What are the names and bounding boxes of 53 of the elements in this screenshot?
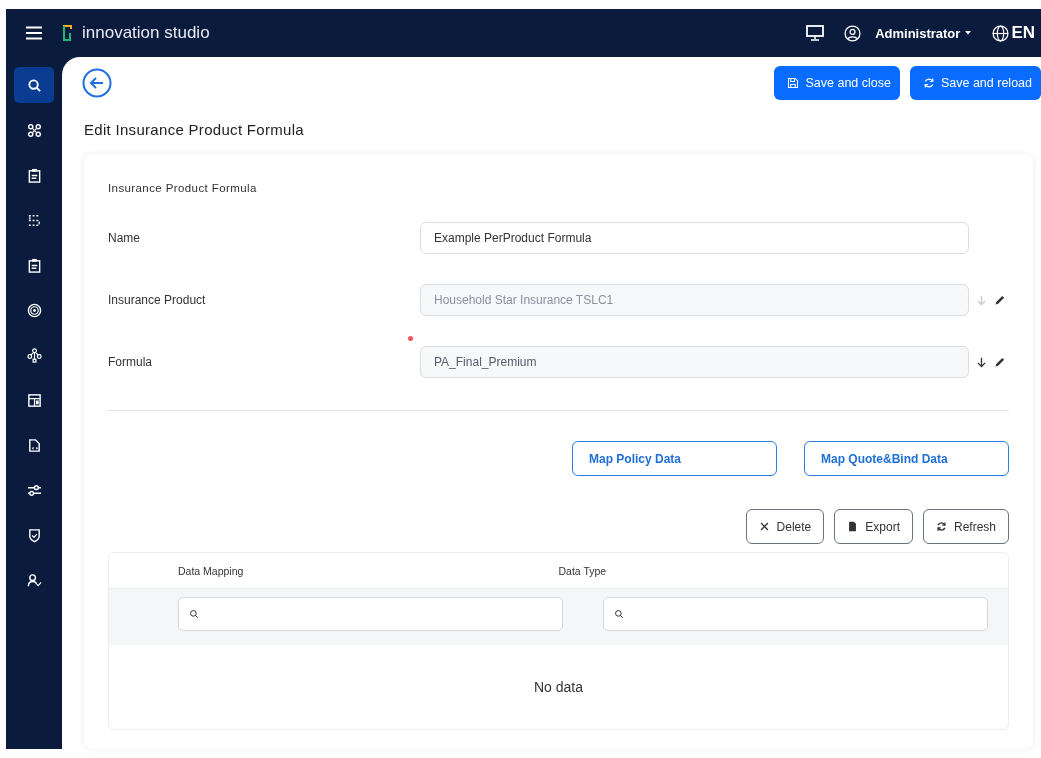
search-icon bbox=[26, 77, 42, 93]
column-header: Data Mapping bbox=[177, 564, 245, 577]
pencil-icon bbox=[994, 356, 1006, 368]
shield-check-icon bbox=[26, 527, 42, 543]
user-menu[interactable]: Administrator bbox=[838, 23, 979, 43]
caret-icon bbox=[964, 31, 973, 35]
map-data-button[interactable]: Map Quote&Bind Data bbox=[804, 441, 1009, 476]
monitor-icon[interactable] bbox=[806, 25, 825, 41]
arrow-down-icon bbox=[975, 293, 988, 307]
search-field[interactable] bbox=[178, 597, 563, 631]
globe-icon bbox=[992, 24, 1010, 42]
arrow-down-icon bbox=[975, 355, 988, 369]
delete-button[interactable]: Delete bbox=[745, 509, 825, 544]
back-button[interactable] bbox=[82, 68, 112, 98]
calendar-icon bbox=[26, 392, 42, 408]
logo-icon bbox=[62, 25, 72, 41]
empty-message: No data bbox=[532, 678, 584, 697]
user-icon bbox=[844, 24, 862, 42]
export-button[interactable]: Export bbox=[834, 509, 913, 544]
input-field[interactable]: PA_Final_Premium bbox=[420, 346, 969, 378]
refresh-button[interactable]: Refresh bbox=[922, 509, 1009, 544]
search-icon bbox=[614, 609, 624, 619]
language-selector[interactable]: EN bbox=[992, 23, 1035, 43]
app-name: innovation studio bbox=[82, 23, 210, 43]
save-close-button[interactable]: Save and close bbox=[774, 66, 900, 100]
refresh-icon bbox=[935, 521, 947, 532]
field-label: Insurance Product bbox=[108, 293, 207, 307]
clipboard-icon bbox=[26, 257, 42, 273]
save-reload-button[interactable]: Save and reload bbox=[909, 66, 1041, 100]
input-field[interactable]: Example PerProduct Formula bbox=[420, 222, 969, 254]
sliders-icon bbox=[26, 482, 42, 498]
field-label: Name bbox=[108, 231, 141, 245]
network-icon bbox=[26, 122, 42, 138]
column-header: Data Type bbox=[558, 564, 608, 577]
user-check-icon bbox=[26, 572, 42, 588]
sidebar-item[interactable] bbox=[14, 67, 54, 103]
search-icon bbox=[189, 609, 199, 619]
flow-icon bbox=[26, 212, 42, 228]
menu-icon[interactable] bbox=[25, 26, 43, 40]
hierarchy-icon bbox=[26, 347, 42, 363]
file-icon bbox=[847, 521, 859, 532]
page-title: Edit Insurance Product Formula bbox=[83, 120, 305, 138]
clipboard-icon bbox=[26, 167, 42, 183]
search-field[interactable] bbox=[603, 597, 988, 631]
code-file-icon bbox=[26, 437, 42, 453]
target-icon bbox=[26, 302, 42, 318]
section-title: Insurance Product Formula bbox=[108, 182, 258, 194]
pencil-icon bbox=[994, 294, 1006, 306]
map-data-button[interactable]: Map Policy Data bbox=[572, 441, 777, 476]
reload-icon bbox=[922, 77, 935, 89]
save-icon bbox=[787, 77, 800, 89]
field-label: Formula bbox=[108, 355, 153, 369]
close-icon bbox=[758, 521, 770, 532]
